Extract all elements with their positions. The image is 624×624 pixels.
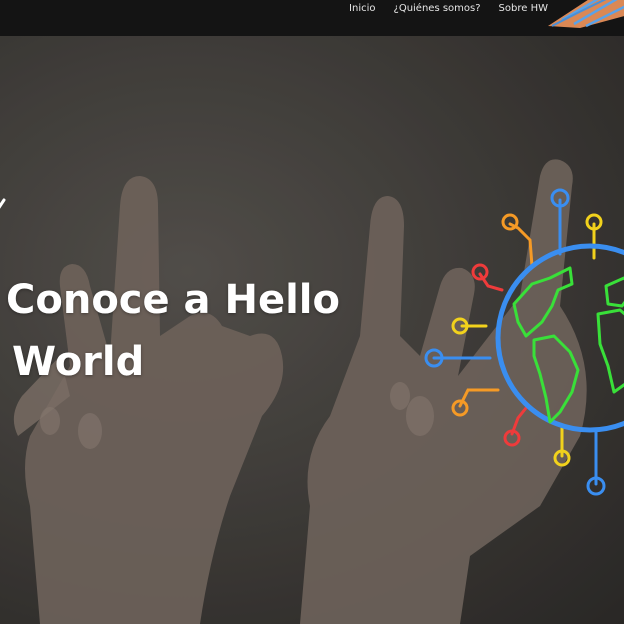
hero-title-line-2: World [12,338,145,385]
hero-title-line-1: Conoce a Hello [6,276,340,323]
checkmark-icon [0,198,6,209]
top-navigation-bar: Inicio ¿Quiénes somos? Sobre HW [0,0,624,36]
page: Inicio ¿Quiénes somos? Sobre HW Conoce a… [0,0,624,624]
leaf-logo-icon[interactable] [540,0,624,30]
main-nav: Inicio ¿Quiénes somos? Sobre HW [349,0,548,17]
nav-link-quienes-somos[interactable]: ¿Quiénes somos? [394,3,481,14]
globe-network-icon [424,188,624,496]
hero-section: Conoce a Hello World [0,36,624,624]
hero-title: Conoce a Hello World [6,269,340,393]
nav-link-inicio[interactable]: Inicio [349,3,375,14]
